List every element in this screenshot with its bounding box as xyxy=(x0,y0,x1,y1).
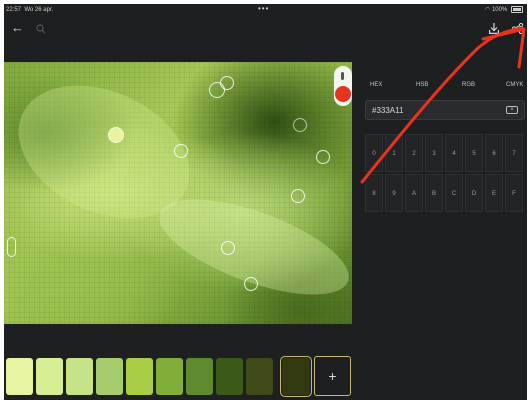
color-sample-point[interactable] xyxy=(174,144,188,158)
multitask-dots[interactable]: ••• xyxy=(258,4,269,15)
key-6[interactable]: 6 xyxy=(485,134,503,172)
pin-icon xyxy=(341,72,344,80)
key-3[interactable]: 3 xyxy=(425,134,443,172)
color-panel: HEX HSB RGB CMYK #333A11 × 0 1 2 3 4 5 6… xyxy=(360,62,527,324)
download-icon[interactable] xyxy=(489,18,499,38)
color-sample-point-active[interactable] xyxy=(108,127,124,143)
canvas-drag-handle[interactable] xyxy=(7,237,16,257)
top-navbar: ← xyxy=(4,18,527,38)
key-8[interactable]: 8 xyxy=(365,174,383,212)
palette-bar: + xyxy=(4,326,527,400)
tab-rgb[interactable]: RGB xyxy=(462,82,475,88)
key-0[interactable]: 0 xyxy=(365,134,383,172)
palette-swatch[interactable] xyxy=(36,358,63,395)
status-right: ◠ 100% xyxy=(485,4,523,16)
battery-percent: 100% xyxy=(491,7,508,13)
color-sample-point[interactable] xyxy=(220,76,234,90)
color-sample-point[interactable] xyxy=(244,277,258,291)
palette-swatch[interactable] xyxy=(246,358,273,395)
tab-cmyk[interactable]: CMYK xyxy=(506,82,523,88)
image-canvas[interactable] xyxy=(4,62,352,324)
palette-swatch[interactable] xyxy=(156,358,183,395)
palette-swatch[interactable] xyxy=(216,358,243,395)
key-b[interactable]: B xyxy=(425,174,443,212)
app-window: 22:57 Wo 26 apr. ••• ◠ 100% ← HEX HSB RG… xyxy=(4,4,527,400)
key-2[interactable]: 2 xyxy=(405,134,423,172)
status-bar: 22:57 Wo 26 apr. ••• ◠ 100% xyxy=(4,4,527,16)
color-mode-tabs: HEX HSB RGB CMYK xyxy=(360,82,527,94)
key-9[interactable]: 9 xyxy=(385,174,403,212)
palette-swatch[interactable] xyxy=(66,358,93,395)
key-a[interactable]: A xyxy=(405,174,423,212)
key-7[interactable]: 7 xyxy=(505,134,523,172)
key-f[interactable]: F xyxy=(505,174,523,212)
picked-color-indicator xyxy=(335,86,351,102)
key-5[interactable]: 5 xyxy=(465,134,483,172)
key-d[interactable]: D xyxy=(465,174,483,212)
share-icon[interactable] xyxy=(511,18,524,38)
search-icon[interactable] xyxy=(36,18,46,38)
key-1[interactable]: 1 xyxy=(385,134,403,172)
palette-swatch[interactable] xyxy=(6,358,33,395)
color-sample-point[interactable] xyxy=(221,241,235,255)
hex-value: #333A11 xyxy=(372,106,404,115)
leaf-highlight xyxy=(148,179,352,315)
key-e[interactable]: E xyxy=(485,174,503,212)
backspace-icon[interactable]: × xyxy=(506,106,518,114)
battery-icon xyxy=(511,5,523,13)
palette-swatch[interactable] xyxy=(96,358,123,395)
tab-hex[interactable]: HEX xyxy=(370,82,382,88)
loupe-toggle[interactable] xyxy=(334,66,352,106)
status-time: 22:57 Wo 26 apr. xyxy=(6,7,54,13)
palette-swatch[interactable] xyxy=(186,358,213,395)
add-swatch-button[interactable]: + xyxy=(314,356,351,396)
color-sample-point[interactable] xyxy=(316,150,330,164)
key-4[interactable]: 4 xyxy=(445,134,463,172)
arrow-left-icon[interactable]: ← xyxy=(11,18,24,38)
tab-hsb[interactable]: HSB xyxy=(416,82,428,88)
color-sample-point[interactable] xyxy=(291,189,305,203)
wifi-icon: ◠ xyxy=(485,7,491,13)
hex-input[interactable]: #333A11 × xyxy=(365,100,525,120)
palette-swatch-selected[interactable] xyxy=(280,356,312,397)
key-c[interactable]: C xyxy=(445,174,463,212)
palette-swatch[interactable] xyxy=(126,358,153,395)
color-sample-point[interactable] xyxy=(293,118,307,132)
